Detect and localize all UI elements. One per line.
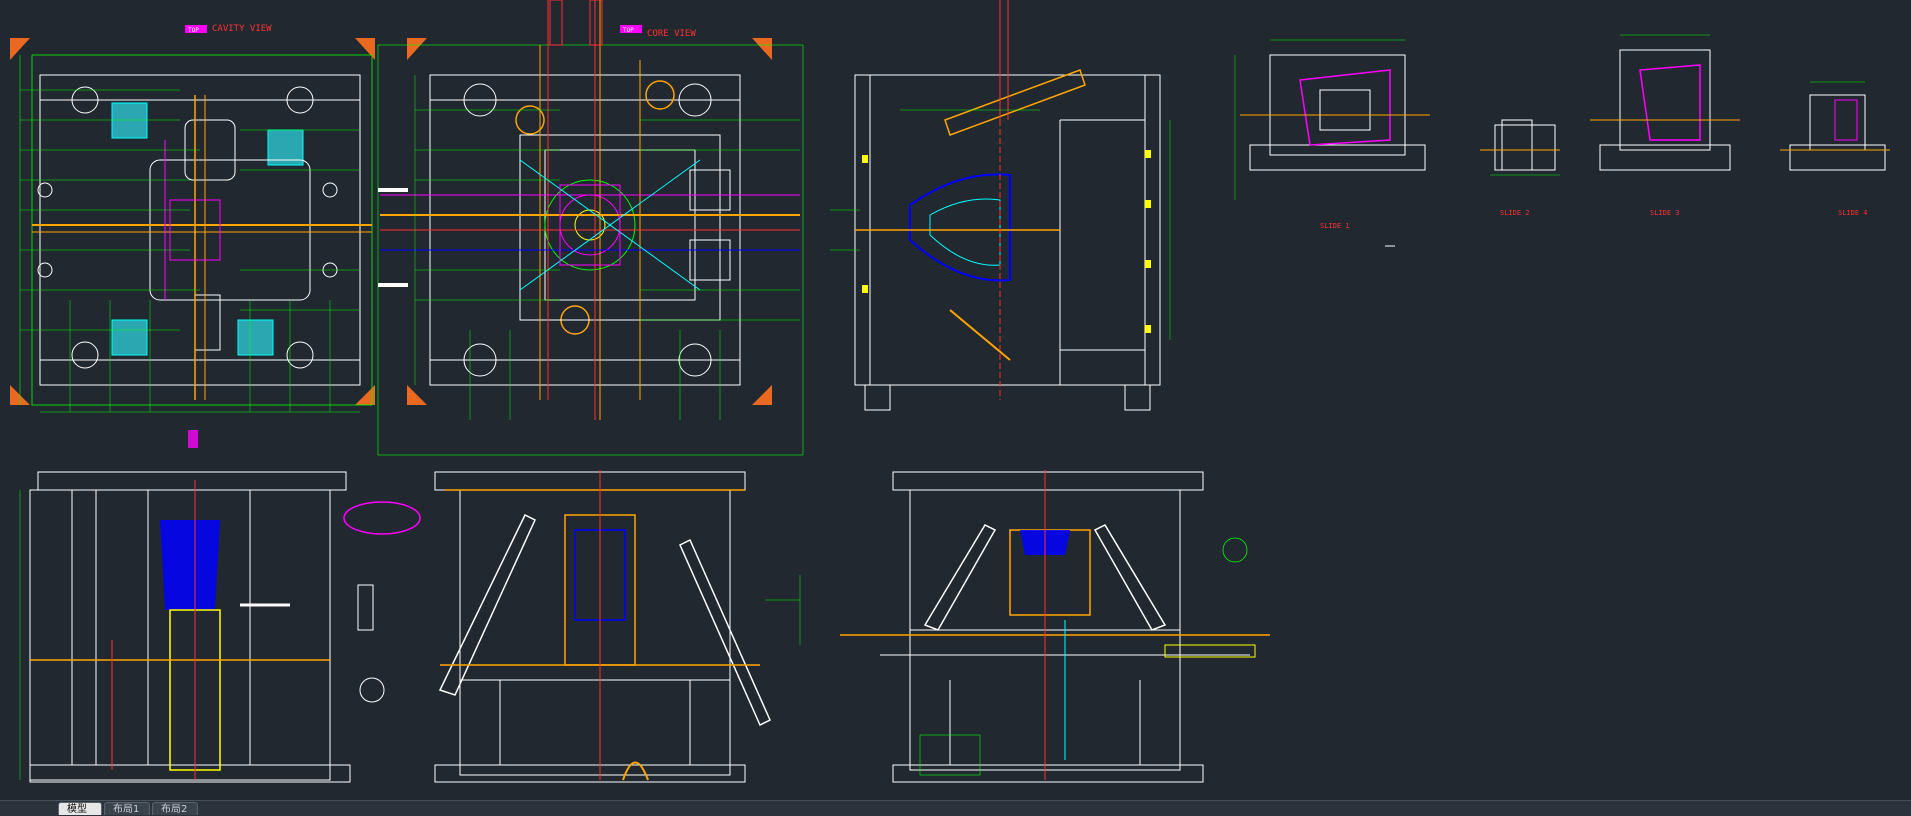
section-b-view[interactable]: [434, 470, 801, 783]
slide-3-view[interactable]: SLIDE 3: [1590, 34, 1740, 217]
cavity-view[interactable]: TOP CAVITY VIEW: [10, 24, 375, 448]
core-top-tag: TOP: [623, 27, 634, 34]
cad-drawing[interactable]: TOP CAVITY VIEW TOP CORE VIEW SLIDE 1 SL…: [0, 0, 1911, 800]
tab-layout1[interactable]: 布局1: [104, 802, 150, 815]
slide-4-label: SLIDE 4: [1838, 209, 1868, 217]
section-a-view[interactable]: [19, 471, 421, 783]
side-section-view[interactable]: [830, 0, 1171, 411]
cavity-view-title: CAVITY VIEW: [212, 24, 272, 34]
slide-2-label: SLIDE 2: [1500, 209, 1530, 217]
slide-1-view[interactable]: SLIDE 1: [1234, 39, 1430, 230]
core-view-title: CORE VIEW: [647, 29, 696, 39]
slide-1-label: SLIDE 1: [1320, 222, 1350, 230]
tab-model[interactable]: 模型: [58, 802, 102, 815]
cavity-top-tag: TOP: [188, 27, 199, 34]
slide-2-view[interactable]: SLIDE 2: [1480, 119, 1560, 217]
tab-layout2[interactable]: 布局2: [152, 802, 198, 815]
drawing-canvas[interactable]: TOP CAVITY VIEW TOP CORE VIEW SLIDE 1 SL…: [0, 0, 1911, 800]
layout-tab-bar: 模型 布局1 布局2: [0, 800, 1911, 816]
slide-4-view[interactable]: SLIDE 4: [1780, 81, 1890, 217]
core-view[interactable]: TOP CORE VIEW: [377, 0, 804, 456]
slide-3-label: SLIDE 3: [1650, 209, 1680, 217]
section-c-view[interactable]: [840, 470, 1270, 783]
